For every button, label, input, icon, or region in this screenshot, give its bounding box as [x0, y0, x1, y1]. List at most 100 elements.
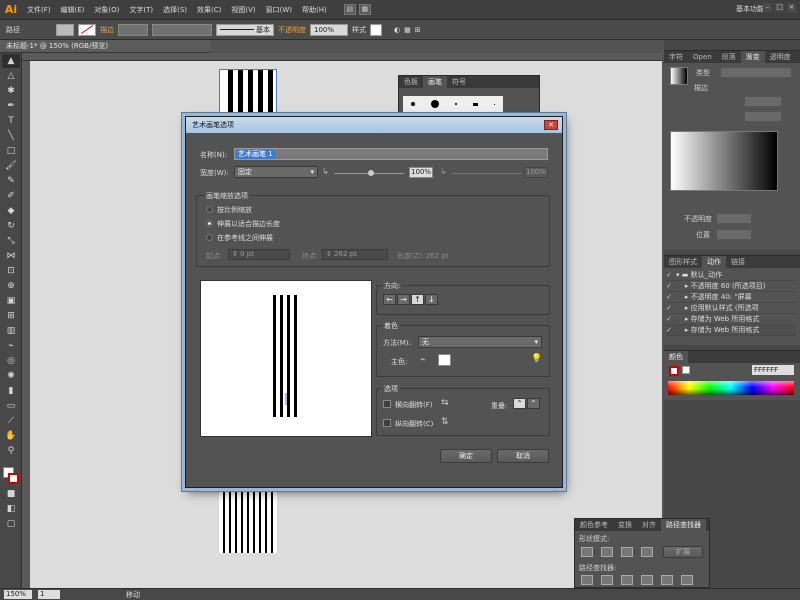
direct-selection-tool-icon[interactable]: △	[2, 69, 20, 83]
eyedropper-tool-icon[interactable]: ⌁	[2, 339, 20, 353]
minimize-button[interactable]: –	[763, 3, 772, 12]
rotate-tool-icon[interactable]: ↻	[2, 219, 20, 233]
screen-mode-icon[interactable]: ▢	[2, 517, 20, 531]
opacity-label[interactable]: 不透明度	[278, 25, 306, 35]
flip-across-checkbox[interactable]	[383, 419, 391, 427]
crop-icon[interactable]	[641, 575, 653, 585]
name-input[interactable]: 艺术画笔 1	[234, 148, 548, 160]
tab-paragraph[interactable]: 段落	[717, 51, 741, 63]
tab-pathfinder[interactable]: 路径查找器	[661, 519, 706, 531]
menu-object[interactable]: 对象(O)	[89, 5, 124, 15]
cancel-button[interactable]: 取消	[497, 449, 549, 463]
symbol-sprayer-tool-icon[interactable]: ✺	[2, 369, 20, 383]
color-stroke-swatch[interactable]	[669, 366, 679, 376]
free-transform-tool-icon[interactable]: ⊡	[2, 264, 20, 278]
tab-graphic-styles[interactable]: 图形样式	[664, 256, 702, 268]
brush-dot-hair-icon[interactable]	[494, 103, 495, 105]
shape-builder-tool-icon[interactable]: ⊕	[2, 279, 20, 293]
brush-calligraphic-icon[interactable]	[473, 102, 478, 106]
intersect-icon[interactable]	[621, 547, 633, 557]
width-slider-knob[interactable]	[368, 170, 374, 176]
gradient-angle-field[interactable]	[744, 96, 782, 107]
variable-width-profile[interactable]	[152, 23, 212, 36]
artboard-number-field[interactable]: 1	[38, 590, 60, 599]
paintbrush-tool-icon[interactable]: 🖌	[2, 159, 20, 173]
menu-window[interactable]: 窗口(W)	[261, 5, 297, 15]
status-tool-hint[interactable]: 移动	[126, 590, 140, 600]
end-field[interactable]: ⇕ 262 pt	[322, 249, 388, 260]
expand-button[interactable]: 扩展	[663, 546, 703, 558]
perspective-grid-tool-icon[interactable]: ▣	[2, 294, 20, 308]
tab-transparency[interactable]: 透明度	[765, 51, 796, 63]
art-brush-object-bottom[interactable]	[219, 483, 277, 553]
stroke-weight-field[interactable]	[118, 23, 148, 36]
selection-tool-icon[interactable]: ▲	[2, 54, 20, 68]
align-icon[interactable]: ▦	[404, 26, 411, 34]
gradient-location-field[interactable]	[716, 229, 752, 240]
ok-button[interactable]: 确定	[440, 449, 492, 463]
stroke-label[interactable]: 描边	[100, 25, 114, 35]
gradient-tool-icon[interactable]: ▥	[2, 324, 20, 338]
color-mode-icon[interactable]: ■	[2, 487, 20, 501]
bridge-icon[interactable]: ▤	[343, 4, 356, 15]
tab-transform[interactable]: 变换	[613, 519, 637, 531]
scale-proportionally-radio[interactable]	[206, 206, 213, 213]
width-tool-icon[interactable]: ⋈	[2, 249, 20, 263]
gradient-thumbnail[interactable]	[670, 67, 688, 85]
color-spectrum[interactable]	[668, 381, 794, 395]
gradient-slider[interactable]	[670, 131, 778, 191]
stretch-between-guides-radio[interactable]	[206, 234, 213, 241]
direction-down-button[interactable]: ↓	[425, 294, 438, 305]
overlap-adjust-button[interactable]: ⌃	[513, 398, 526, 409]
menu-select[interactable]: 选择(S)	[158, 5, 192, 15]
color-fill-swatch[interactable]	[682, 366, 690, 374]
eraser-tool-icon[interactable]: ◆	[2, 204, 20, 218]
column-graph-tool-icon[interactable]: ▮	[2, 384, 20, 398]
method-dropdown[interactable]: 无 ▾	[418, 336, 542, 348]
brush-definition-dropdown[interactable]: 基本	[216, 23, 274, 36]
flip-along-checkbox[interactable]	[383, 400, 391, 408]
pencil-tool-icon[interactable]: ✎	[2, 174, 20, 188]
brush-dot-small-icon[interactable]	[411, 102, 415, 106]
divide-icon[interactable]	[581, 575, 593, 585]
close-window-button[interactable]: ×	[787, 3, 796, 12]
tab-opentype[interactable]: Open	[688, 51, 717, 63]
tab-color[interactable]: 颜色	[664, 351, 688, 363]
outline-icon[interactable]	[661, 575, 673, 585]
action-set-row[interactable]: ✓ ▾ ▬ 默认_动作	[666, 270, 796, 281]
direction-right-button[interactable]: →	[397, 294, 410, 305]
overlap-no-adjust-button[interactable]: ⌃	[527, 398, 540, 409]
brush-library-row[interactable]	[403, 96, 503, 112]
tab-actions[interactable]: 动作	[702, 256, 726, 268]
magic-wand-tool-icon[interactable]: ✱	[2, 84, 20, 98]
recolor-icon[interactable]: ◐	[394, 26, 400, 34]
tips-icon[interactable]: 💡	[531, 354, 542, 364]
zoom-field[interactable]: 150%	[4, 590, 32, 599]
pen-tool-icon[interactable]: ✒	[2, 99, 20, 113]
stretch-to-fit-radio[interactable]	[206, 220, 213, 227]
gradient-aspect-field[interactable]	[744, 111, 782, 122]
stretch-between-guides-label[interactable]: 在参考线之间伸展	[217, 233, 273, 243]
direction-up-button[interactable]: ↑	[411, 294, 424, 305]
unite-icon[interactable]	[581, 547, 593, 557]
tab-symbols[interactable]: 符号	[447, 76, 471, 88]
blend-tool-icon[interactable]: ◎	[2, 354, 20, 368]
tab-gradient[interactable]: 渐变	[740, 51, 765, 63]
width-percent-field[interactable]: 100%	[409, 167, 433, 178]
hand-tool-icon[interactable]: ✋	[2, 429, 20, 443]
artboard-tool-icon[interactable]: ▭	[2, 399, 20, 413]
style-swatch[interactable]	[370, 23, 382, 36]
width-dropdown[interactable]: 固定 ▾	[234, 166, 318, 178]
color-hex-field[interactable]: FFFFFF	[752, 365, 794, 375]
stretch-to-fit-label[interactable]: 伸展以适合描边长度	[217, 219, 280, 229]
type-tool-icon[interactable]: T	[2, 114, 20, 128]
fill-stroke-swatches[interactable]	[2, 466, 20, 486]
flip-across-label[interactable]: 纵向翻转(C)	[395, 419, 433, 429]
action-row[interactable]: ✓ ▸ 存储为 Web 所用格式	[666, 325, 796, 336]
dialog-close-button[interactable]: ✕	[544, 120, 558, 130]
fill-swatch[interactable]	[56, 23, 74, 36]
exclude-icon[interactable]	[641, 547, 653, 557]
flip-along-label[interactable]: 横向翻转(F)	[395, 400, 433, 410]
menu-view[interactable]: 视图(V)	[226, 5, 260, 15]
transform-icon[interactable]: ⊞	[415, 26, 421, 34]
